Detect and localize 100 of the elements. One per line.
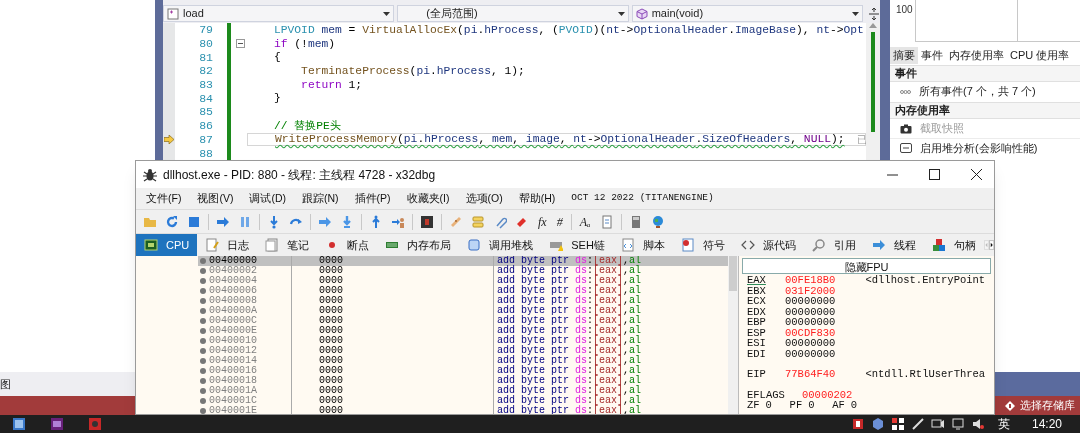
- register-value[interactable]: 00000000: [785, 348, 836, 359]
- menu-item[interactable]: 视图(V): [197, 190, 234, 207]
- bullet-icon[interactable]: [200, 308, 206, 314]
- link-button[interactable]: 所有事件(7 个，共 7 个): [919, 83, 1036, 100]
- register-value[interactable]: 00000000: [785, 306, 836, 317]
- scroll-thumb[interactable]: [729, 256, 737, 291]
- bullet-icon[interactable]: [200, 398, 206, 404]
- line-number: 84: [199, 91, 213, 105]
- tab[interactable]: SEH链: [541, 234, 613, 256]
- dropdown[interactable]: main(void): [631, 5, 863, 22]
- bullet-icon[interactable]: [200, 368, 206, 374]
- bullet-icon[interactable]: [200, 408, 206, 414]
- register-name[interactable]: EDX: [747, 306, 785, 317]
- tab[interactable]: 脚本: [612, 234, 673, 256]
- tab[interactable]: 调用堆栈: [459, 234, 542, 256]
- split-icon[interactable]: [868, 7, 880, 21]
- bullet-icon[interactable]: [200, 258, 206, 264]
- dropdown[interactable]: load: [163, 5, 395, 22]
- bullet-icon[interactable]: [200, 318, 206, 324]
- fpu-toggle-button[interactable]: 隐藏FPU: [742, 258, 991, 274]
- bullet-icon[interactable]: [200, 378, 206, 384]
- bullet-icon[interactable]: [200, 388, 206, 394]
- scrollbar[interactable]: [728, 256, 738, 414]
- register-value[interactable]: 00000000: [785, 296, 836, 307]
- tab[interactable]: 符号: [672, 234, 733, 256]
- code-icon: [740, 238, 755, 252]
- tab[interactable]: 日志: [197, 234, 258, 256]
- code-line: return 1;: [300, 78, 363, 91]
- link-button[interactable]: 启用堆分析(会影响性能): [920, 139, 1038, 157]
- tab[interactable]: 线程: [863, 234, 924, 256]
- register-name[interactable]: EFLAGS: [747, 389, 785, 400]
- bullet-icon[interactable]: [200, 338, 206, 344]
- bullet-icon[interactable]: [200, 278, 206, 284]
- register-name[interactable]: EDI: [747, 348, 785, 359]
- bullet-icon[interactable]: [200, 298, 206, 304]
- menu-item[interactable]: 插件(P): [354, 190, 391, 207]
- scrollbar[interactable]: [866, 23, 880, 160]
- git-icon[interactable]: [1005, 400, 1015, 411]
- speaker-icon: [970, 417, 985, 431]
- tab[interactable]: 断点: [317, 234, 378, 256]
- menu-item[interactable]: 调试(D): [249, 190, 286, 207]
- code-line: TerminateProcess(pi.hProcess, 1);: [300, 64, 525, 77]
- register-name[interactable]: EBP: [747, 317, 785, 328]
- tab[interactable]: CPU: [136, 234, 198, 256]
- register-name[interactable]: EBX: [747, 285, 785, 296]
- instruction-cell: add byte ptr ds:[eax],al: [497, 296, 642, 306]
- register-name[interactable]: ECX: [747, 296, 785, 307]
- tab[interactable]: 句柄: [923, 234, 984, 256]
- tab[interactable]: 摘要: [890, 47, 918, 64]
- address-cell: 00400010: [209, 336, 257, 346]
- menu-item[interactable]: 帮助(H): [518, 190, 556, 207]
- register-name[interactable]: ESI: [747, 338, 785, 349]
- menu-item[interactable]: 收藏夹(I): [406, 190, 450, 207]
- line-number: 82: [199, 64, 213, 78]
- tab[interactable]: 内存布局: [377, 234, 460, 256]
- tab-scroll-icon[interactable]: [983, 237, 994, 253]
- register-value[interactable]: 00CDF830: [785, 327, 836, 338]
- bullet-icon[interactable]: [200, 348, 206, 354]
- status-button[interactable]: 选择存储库: [1020, 397, 1075, 414]
- scroll-up-icon[interactable]: [869, 23, 877, 28]
- register-name[interactable]: ESP: [747, 327, 785, 338]
- caret-icon: [852, 11, 859, 16]
- bullet-icon[interactable]: [200, 328, 206, 334]
- register-value[interactable]: 00FE18B0: [785, 275, 836, 286]
- flag-value[interactable]: 0: [808, 400, 823, 411]
- register-value[interactable]: 00000202: [802, 389, 853, 400]
- globe-icon: [650, 214, 665, 229]
- tab[interactable]: 内存使用率: [946, 47, 1007, 64]
- bullet-icon[interactable]: [200, 268, 206, 274]
- file-icon: [167, 7, 179, 20]
- bullet-icon[interactable]: [200, 288, 206, 294]
- flag-value[interactable]: 0: [765, 400, 780, 411]
- register-value[interactable]: 00000000: [785, 338, 836, 349]
- register-name[interactable]: EAX: [747, 275, 785, 286]
- instruction-cell: add byte ptr ds:[eax],al: [497, 266, 642, 276]
- menu-item[interactable]: 跟踪(N): [302, 190, 339, 207]
- flag-value[interactable]: 0: [850, 400, 865, 411]
- toolbar-button[interactable]: Aₐ: [577, 212, 593, 231]
- register-value[interactable]: 77B64F40: [785, 369, 836, 380]
- dropdown[interactable]: (全局范围): [397, 5, 629, 22]
- tab[interactable]: 事件: [918, 47, 946, 64]
- tab[interactable]: 笔记: [257, 234, 318, 256]
- menu-item[interactable]: 选项(O): [465, 190, 503, 207]
- flag-name: PF: [789, 400, 803, 411]
- bullet-icon[interactable]: [200, 358, 206, 364]
- tab[interactable]: 引用: [803, 234, 864, 256]
- register-value[interactable]: 00000000: [785, 317, 836, 328]
- register-value[interactable]: 031F2000: [785, 285, 836, 296]
- line-number: 85: [199, 105, 213, 119]
- menu-item[interactable]: 文件(F): [146, 190, 182, 207]
- collapse-icon[interactable]: [235, 39, 245, 49]
- patch-icon: [449, 214, 463, 229]
- input-method-button[interactable]: 英: [997, 415, 1010, 433]
- clock[interactable]: 14:20: [1031, 415, 1062, 433]
- tab[interactable]: 源代码: [732, 234, 804, 256]
- heap-icon: [900, 143, 912, 153]
- register-name[interactable]: EIP: [747, 369, 785, 380]
- section-header: 内存使用率: [895, 103, 950, 119]
- toolbar-button[interactable]: fx: [536, 212, 549, 231]
- toolbar-button[interactable]: #: [554, 212, 565, 231]
